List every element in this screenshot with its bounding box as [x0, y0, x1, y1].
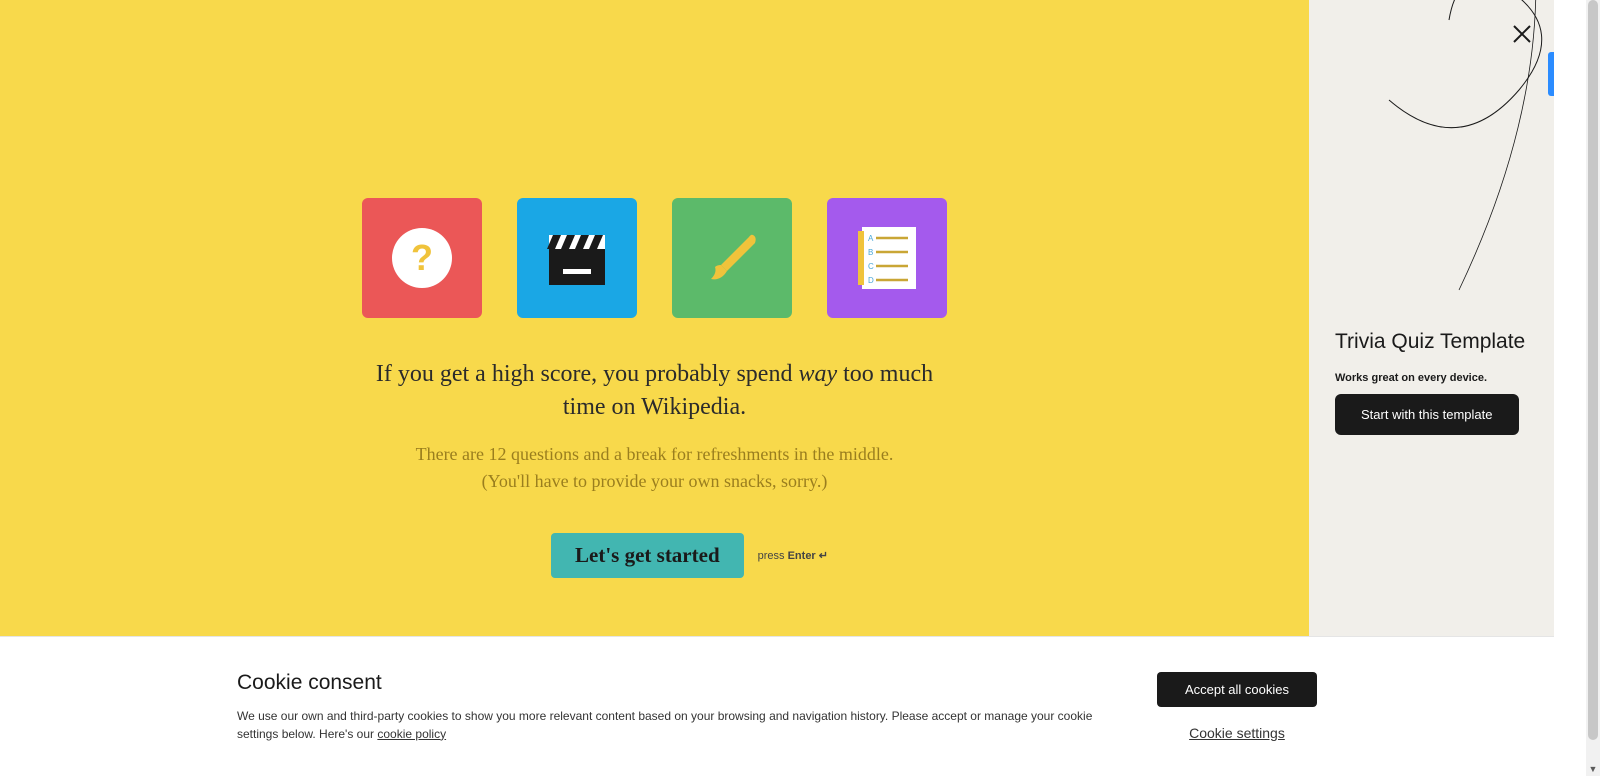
category-tile-list: A B C D: [827, 198, 947, 318]
headline-part1: If you get a high score, you probably sp…: [376, 361, 799, 387]
cookie-title: Cookie consent: [237, 671, 1117, 695]
category-icons-row: ? A: [362, 198, 947, 318]
close-sidebar-button[interactable]: [1508, 20, 1536, 48]
sidebar-content: Trivia Quiz Template Works great on ever…: [1335, 330, 1528, 435]
press-enter-hint: press Enter ↵: [758, 549, 828, 562]
accept-cookies-button[interactable]: Accept all cookies: [1157, 672, 1317, 707]
sidebar-accent-tab: [1548, 52, 1554, 96]
svg-text:?: ?: [411, 237, 433, 278]
cookie-text-body: We use our own and third-party cookies t…: [237, 709, 1092, 741]
cookie-settings-link[interactable]: Cookie settings: [1189, 725, 1285, 741]
vertical-scrollbar[interactable]: ▼: [1586, 0, 1600, 776]
svg-text:C: C: [868, 262, 874, 271]
sidebar-subtitle: Works great on every device.: [1335, 372, 1528, 384]
question-mark-icon: ?: [390, 226, 454, 290]
svg-text:B: B: [868, 248, 873, 257]
clapperboard-icon: [545, 231, 609, 285]
scrollbar-thumb[interactable]: [1588, 0, 1598, 740]
subtext-line2: (You'll have to provide your own snacks,…: [482, 471, 828, 491]
press-key: Enter ↵: [788, 550, 828, 562]
start-quiz-button[interactable]: Let's get started: [551, 533, 744, 578]
svg-text:A: A: [868, 234, 874, 243]
subtext-line1: There are 12 questions and a break for r…: [416, 444, 894, 464]
close-icon: [1511, 23, 1533, 45]
subtext: There are 12 questions and a break for r…: [416, 441, 894, 495]
cookie-description: We use our own and third-party cookies t…: [237, 707, 1117, 743]
category-tile-art: [672, 198, 792, 318]
cookie-actions: Accept all cookies Cookie settings: [1157, 672, 1317, 741]
cookie-text-block: Cookie consent We use our own and third-…: [237, 671, 1117, 743]
cookie-consent-banner: Cookie consent We use our own and third-…: [0, 636, 1554, 776]
svg-text:D: D: [868, 276, 874, 285]
scroll-down-arrow-icon[interactable]: ▼: [1586, 762, 1600, 776]
cookie-policy-link[interactable]: cookie policy: [377, 727, 446, 741]
category-tile-question: ?: [362, 198, 482, 318]
headline-italic: way: [798, 361, 837, 387]
sidebar-title: Trivia Quiz Template: [1335, 330, 1528, 354]
headline-text: If you get a high score, you probably sp…: [355, 358, 955, 423]
press-prefix: press: [758, 550, 788, 562]
cta-row: Let's get started press Enter ↵: [551, 533, 828, 578]
start-with-template-button[interactable]: Start with this template: [1335, 394, 1519, 435]
paintbrush-icon: [697, 223, 767, 293]
answer-list-icon: A B C D: [858, 227, 916, 289]
category-tile-movies: [517, 198, 637, 318]
